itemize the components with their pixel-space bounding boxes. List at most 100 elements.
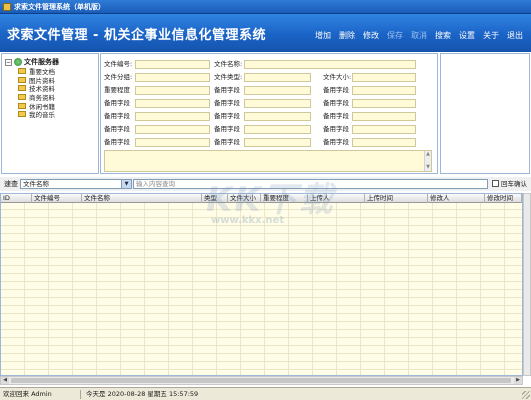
col-header-modifier[interactable]: 修改人: [428, 194, 485, 203]
quick-search-bar: 速查 文件名称 ▼ 输入内容查询 回车确认: [0, 177, 531, 191]
grid-vertical-scrollbar[interactable]: [523, 193, 531, 376]
settings-button[interactable]: 设置: [455, 30, 479, 42]
folder-icon: [18, 102, 26, 109]
spare-field-input[interactable]: [352, 138, 416, 147]
file-type-label: 文件类型:: [214, 73, 243, 81]
collapse-toggle-icon[interactable]: −: [5, 58, 12, 66]
scroll-down-icon[interactable]: ▼: [425, 164, 431, 171]
remarks-textarea[interactable]: ▲ ▼: [104, 150, 432, 172]
spare-field-input[interactable]: [135, 112, 210, 121]
spare-field-input[interactable]: [352, 86, 416, 95]
col-header-type[interactable]: 类型: [202, 194, 228, 203]
spare-field-input[interactable]: [244, 99, 311, 108]
spare-field-input[interactable]: [135, 99, 210, 108]
file-no-field[interactable]: [135, 60, 210, 69]
status-divider: [80, 390, 81, 399]
spare-field-label: 备用字段: [104, 125, 130, 133]
spare-field-label: 备用字段: [323, 99, 349, 107]
quick-search-label: 速查: [4, 180, 18, 188]
grid-horizontal-scrollbar[interactable]: ◀ ▶: [0, 376, 523, 385]
col-header-file-size[interactable]: 文件大小: [228, 194, 261, 203]
spare-field-label: 备用字段: [104, 112, 130, 120]
app-icon: [3, 3, 11, 11]
file-name-label: 文件名称:: [214, 60, 243, 68]
search-button[interactable]: 搜索: [431, 30, 455, 42]
scroll-right-icon[interactable]: ▶: [514, 377, 522, 384]
file-detail-form: 文件编号: 文件名称: 文件分组: 文件类型: 文件大小: 重要程度 备用字段 …: [100, 53, 438, 174]
spare-field-label: 备用字段: [214, 99, 240, 107]
col-header-uploader[interactable]: 上传人: [308, 194, 365, 203]
spare-field-label: 备用字段: [323, 138, 349, 146]
cancel-button[interactable]: 取消: [407, 30, 431, 42]
chevron-down-icon[interactable]: ▼: [121, 180, 131, 188]
file-type-field[interactable]: [244, 73, 311, 82]
file-size-field[interactable]: [352, 73, 416, 82]
col-header-file-no[interactable]: 文件编号: [32, 194, 82, 203]
save-button[interactable]: 保存: [383, 30, 407, 42]
file-category-label: 文件分组:: [104, 73, 133, 81]
col-header-modify-time[interactable]: 修改时间: [485, 194, 522, 203]
spare-field-label: 备用字段: [214, 125, 240, 133]
enter-confirm-label: 回车确认: [501, 180, 527, 188]
scrollbar-thumb[interactable]: [11, 378, 511, 383]
spare-field-label: 备用字段: [214, 112, 240, 120]
spare-field-input[interactable]: [352, 125, 416, 134]
spare-field-label: 备用字段: [104, 138, 130, 146]
folder-icon: [18, 68, 26, 75]
importance-field[interactable]: [135, 86, 210, 95]
spare-field-input[interactable]: [244, 86, 311, 95]
app-title: 求索文件管理 - 机关企事业信息化管理系统: [7, 28, 266, 43]
col-header-id[interactable]: ID: [1, 194, 32, 203]
file-no-label: 文件编号:: [104, 60, 133, 68]
about-button[interactable]: 关于: [479, 30, 503, 42]
spare-field-label: 备用字段: [214, 138, 240, 146]
importance-label: 重要程度: [104, 86, 130, 94]
folder-tree: − 文件服务器 重要文档 图片资料 技术资料 商务资料 休闲书籍 我的音乐: [1, 53, 99, 174]
folder-icon: [18, 94, 26, 101]
exit-button[interactable]: 退出: [503, 30, 527, 42]
file-size-label: 文件大小:: [323, 73, 352, 81]
enter-confirm-checkbox[interactable]: [492, 180, 499, 187]
header-banner: 求索文件管理 - 机关企事业信息化管理系统 增加 删除 修改 保存 取消 搜索 …: [0, 14, 531, 52]
search-field-select[interactable]: 文件名称 ▼: [20, 179, 132, 189]
resize-grip-icon[interactable]: [522, 391, 530, 399]
spare-field-label: 备用字段: [214, 86, 240, 94]
remarks-scrollbar[interactable]: ▲ ▼: [424, 151, 431, 171]
search-field-value: 文件名称: [23, 180, 49, 188]
edit-button[interactable]: 修改: [359, 30, 383, 42]
tree-item-label: 我的音乐: [29, 111, 55, 120]
file-list-grid: ID 文件编号 文件名称 类型 文件大小 重要程度 上传人 上传时间 修改人 修…: [0, 193, 523, 376]
window-title-bar: 求索文件管理系统（单机版）: [0, 0, 531, 14]
toolbar: 增加 删除 修改 保存 取消 搜索 设置 关于 退出: [311, 30, 527, 42]
folder-icon: [18, 76, 26, 83]
add-button[interactable]: 增加: [311, 30, 335, 42]
delete-button[interactable]: 删除: [335, 30, 359, 42]
col-header-file-name[interactable]: 文件名称: [82, 194, 202, 203]
col-header-importance[interactable]: 重要程度: [261, 194, 308, 203]
spare-field-input[interactable]: [352, 112, 416, 121]
scroll-left-icon[interactable]: ◀: [1, 377, 9, 384]
window-title: 求索文件管理系统（单机版）: [14, 3, 105, 11]
search-input[interactable]: 输入内容查询: [133, 179, 488, 189]
server-icon: [14, 58, 22, 66]
spare-field-input[interactable]: [135, 138, 210, 147]
col-header-upload-time[interactable]: 上传时间: [365, 194, 428, 203]
spare-field-label: 备用字段: [323, 125, 349, 133]
spare-field-label: 备用字段: [323, 112, 349, 120]
tree-items: 重要文档 图片资料 技术资料 商务资料 休闲书籍 我的音乐: [18, 67, 55, 119]
grid-header: ID 文件编号 文件名称 类型 文件大小 重要程度 上传人 上传时间 修改人 修…: [1, 194, 522, 203]
folder-icon: [18, 85, 26, 92]
spare-field-input[interactable]: [135, 125, 210, 134]
file-category-field[interactable]: [135, 73, 210, 82]
file-name-field[interactable]: [244, 60, 416, 69]
spare-field-label: 备用字段: [104, 99, 130, 107]
spare-field-label: 备用字段: [323, 86, 349, 94]
spare-field-input[interactable]: [352, 99, 416, 108]
scroll-up-icon[interactable]: ▲: [425, 151, 431, 158]
spare-field-input[interactable]: [244, 138, 311, 147]
spare-field-input[interactable]: [244, 125, 311, 134]
tree-item[interactable]: 我的音乐: [18, 110, 55, 119]
preview-pane: [440, 53, 530, 174]
status-datetime: 今天是 2020-08-28 星期五 15:57:59: [86, 390, 199, 398]
spare-field-input[interactable]: [244, 112, 311, 121]
